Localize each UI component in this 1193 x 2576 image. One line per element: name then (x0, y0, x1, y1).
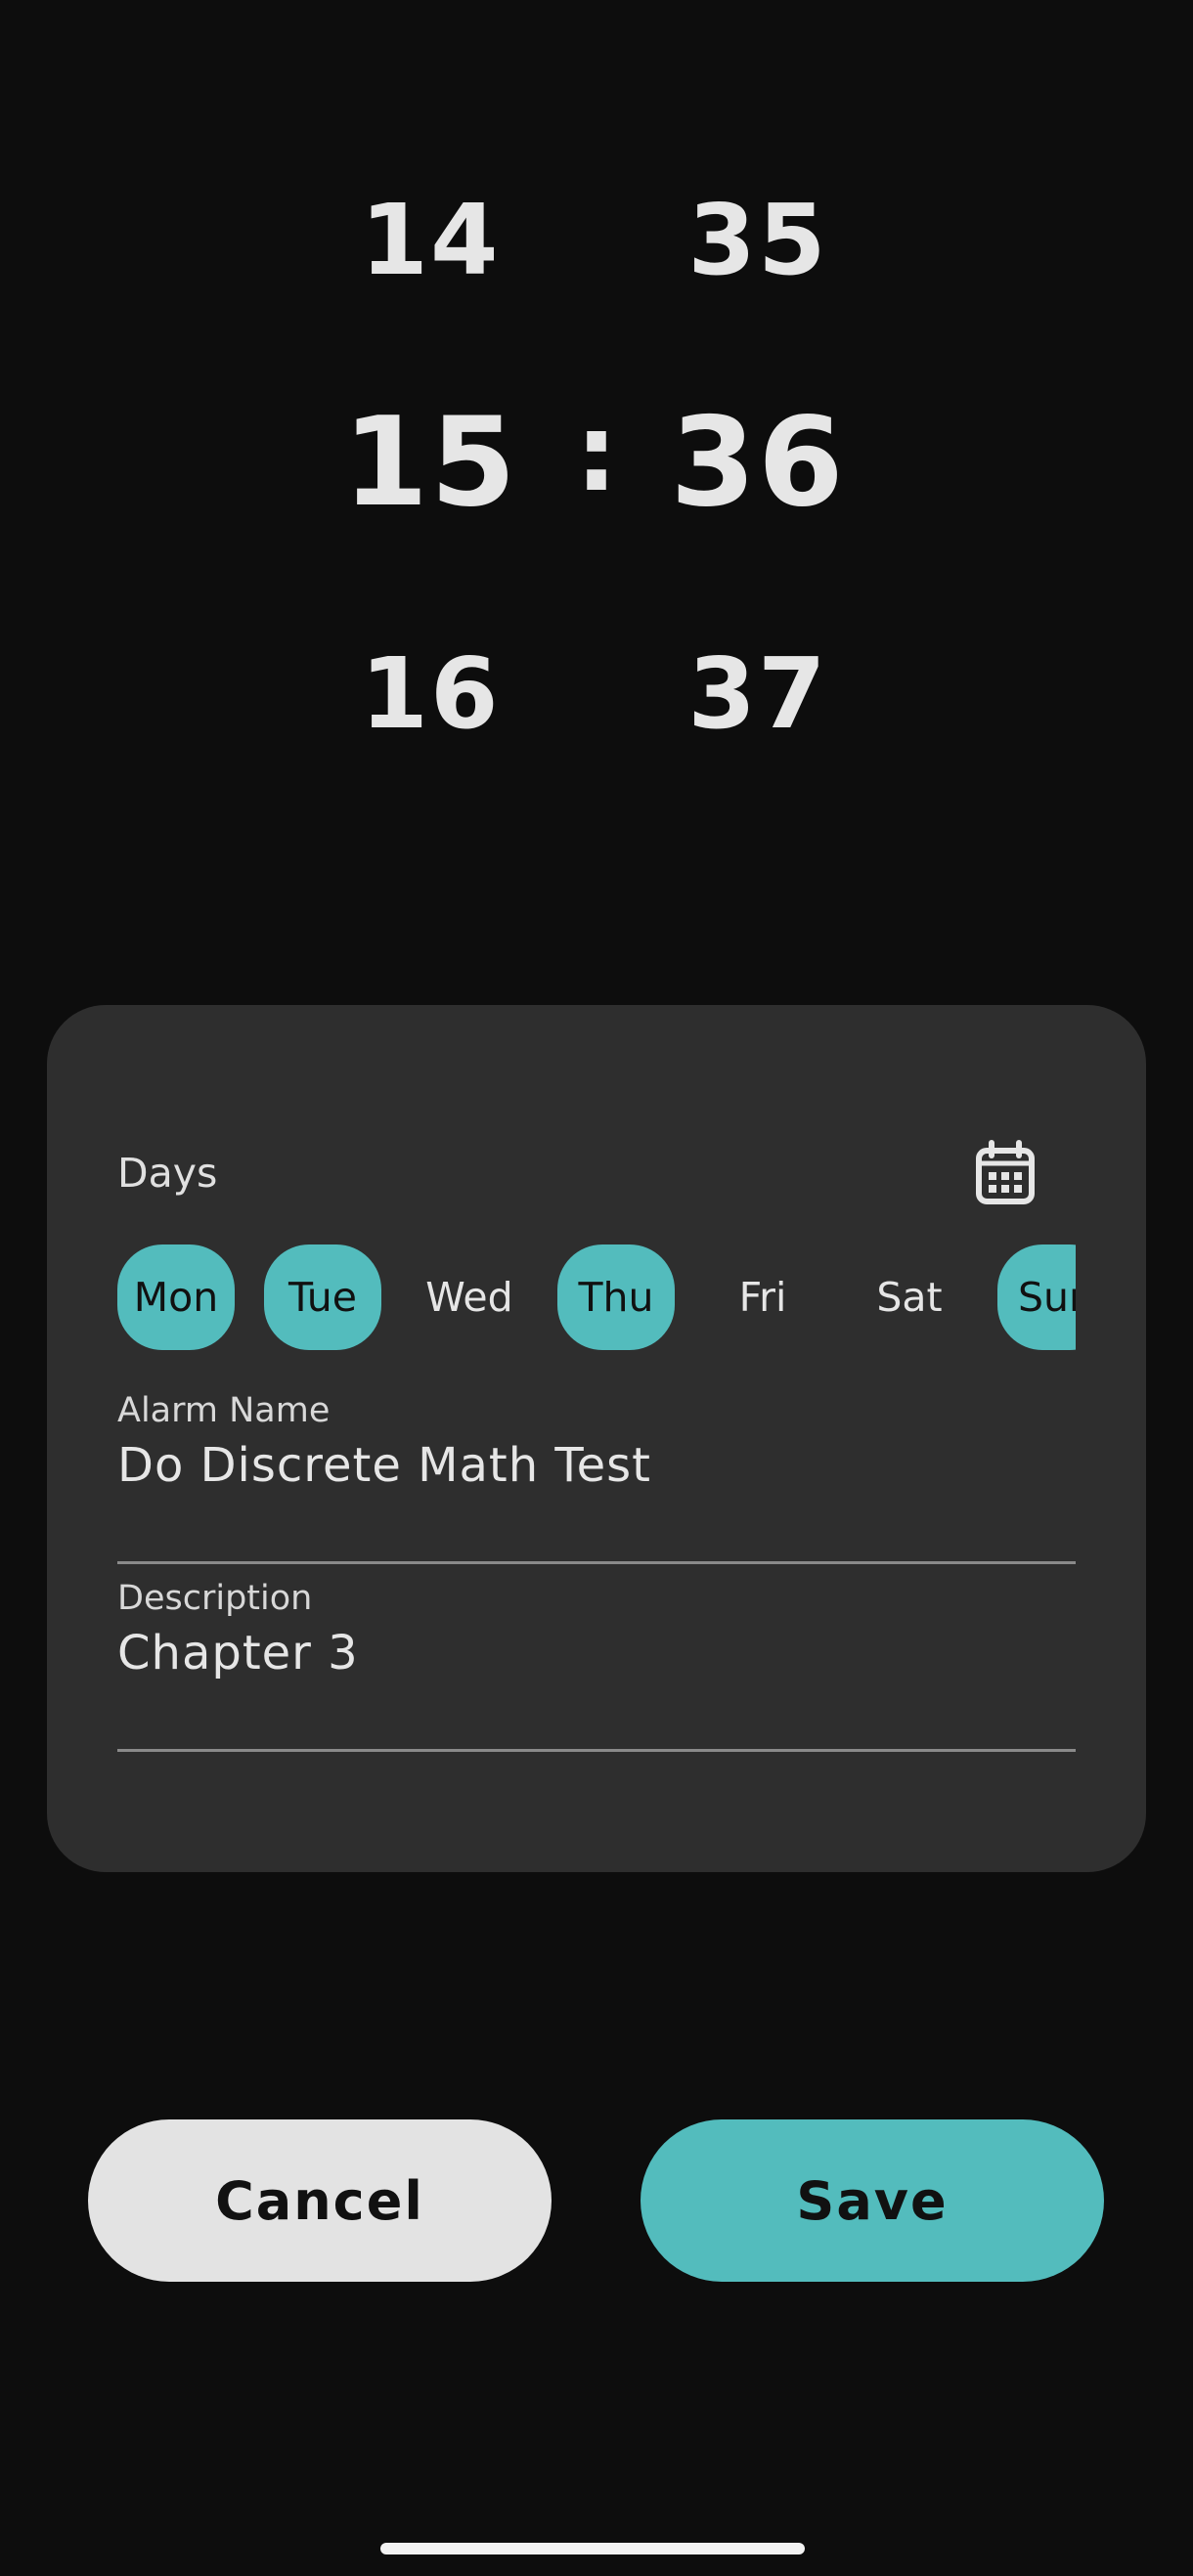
day-chip-thu[interactable]: Thu (557, 1244, 675, 1350)
days-selector: Mon Tue Wed Thu Fri Sat Sun (117, 1244, 1076, 1352)
hour-prev[interactable]: 14 (328, 192, 533, 289)
time-separator: : (575, 390, 618, 515)
alarm-name-field[interactable]: Alarm Name Do Discrete Math Test (117, 1391, 1076, 1567)
description-underline (117, 1749, 1076, 1752)
minute-prev[interactable]: 35 (655, 192, 861, 289)
alarm-name-value[interactable]: Do Discrete Math Test (117, 1438, 1076, 1493)
day-chip-fri[interactable]: Fri (704, 1244, 821, 1350)
day-chip-tue[interactable]: Tue (264, 1244, 381, 1350)
day-chip-sun[interactable]: Sun (997, 1244, 1076, 1350)
day-chip-wed[interactable]: Wed (411, 1244, 528, 1350)
description-field[interactable]: Description Chapter 3 (117, 1579, 1076, 1755)
alarm-settings-card: Days Mon Tue Wed Thu Fri Sat Sun Alarm N… (47, 1005, 1146, 1872)
alarm-name-underline (117, 1561, 1076, 1564)
hour-selected[interactable]: 15 (328, 401, 533, 524)
description-value[interactable]: Chapter 3 (117, 1626, 1076, 1681)
days-label: Days (117, 1150, 218, 1197)
home-indicator[interactable] (380, 2543, 805, 2554)
minute-selected[interactable]: 36 (655, 401, 861, 524)
alarm-name-label: Alarm Name (117, 1391, 331, 1430)
day-chip-sat[interactable]: Sat (851, 1244, 968, 1350)
minute-next[interactable]: 37 (655, 645, 861, 743)
description-label: Description (117, 1579, 313, 1618)
time-picker[interactable]: 14 15 16 : 35 36 37 (0, 0, 1193, 880)
hour-next[interactable]: 16 (328, 645, 533, 743)
save-button[interactable]: Save (641, 2119, 1104, 2282)
day-chip-mon[interactable]: Mon (117, 1244, 235, 1350)
calendar-icon[interactable] (974, 1140, 1037, 1206)
cancel-button[interactable]: Cancel (88, 2119, 552, 2282)
